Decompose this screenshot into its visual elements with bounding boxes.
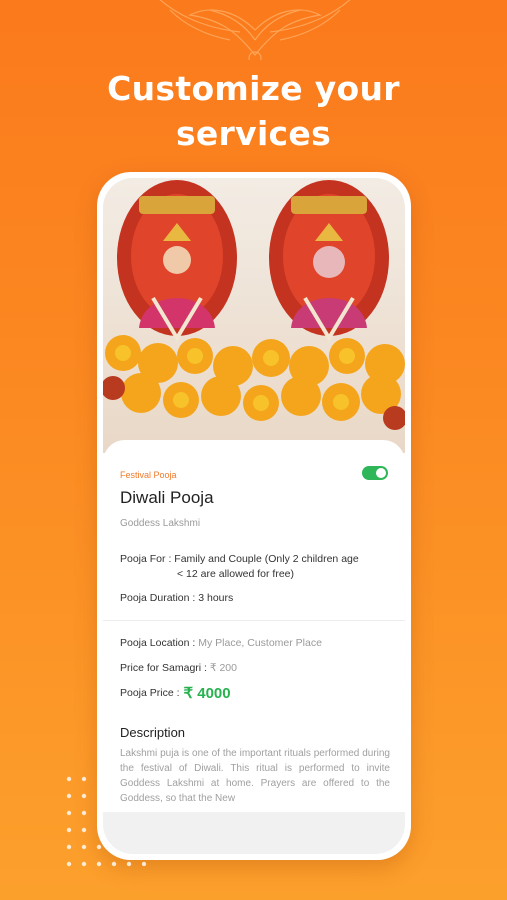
deity-photo [103, 178, 405, 453]
samagri-price-label: Price for Samagri : [120, 662, 207, 674]
pooja-for-row: Pooja For : Family and Couple (Only 2 ch… [120, 552, 390, 582]
pooja-duration-label: Pooja Duration : [120, 592, 196, 604]
phone-mockup: Festival Pooja Diwali Pooja Goddess Laks… [97, 172, 411, 860]
samagri-price-row: Price for Samagri : ₹ 200 [120, 662, 237, 674]
toggle-knob [376, 468, 386, 478]
pooja-for-value-line1: Family and Couple (Only 2 children age [174, 553, 359, 565]
pooja-duration-row: Pooja Duration : 3 hours [120, 592, 233, 604]
pooja-for-value-line2: < 12 are allowed for free) [177, 568, 295, 580]
pooja-price-value: ₹ 4000 [183, 685, 231, 702]
deity-name: Goddess Lakshmi [120, 518, 201, 529]
pooja-price-row: Pooja Price : ₹ 4000 [120, 684, 231, 702]
dot-grid-decoration [66, 776, 147, 867]
availability-toggle[interactable] [362, 466, 388, 480]
headline: Customize your services [107, 69, 400, 153]
mandala-decoration [159, 0, 351, 60]
pooja-location-row: Pooja Location : My Place, Customer Plac… [120, 637, 322, 649]
samagri-price-value: ₹ 200 [209, 662, 237, 674]
pooja-title: Diwali Pooja [120, 488, 214, 507]
pooja-location-value: My Place, Customer Place [198, 637, 322, 649]
description-heading: Description [120, 725, 186, 740]
section-divider [103, 620, 405, 621]
pooja-price-label: Pooja Price : [120, 687, 180, 699]
pooja-location-label: Pooja Location : [120, 637, 196, 649]
pooja-for-label: Pooja For : [120, 553, 172, 565]
pooja-duration-value: 3 hours [198, 592, 234, 604]
category-tag: Festival Pooja [120, 470, 177, 480]
